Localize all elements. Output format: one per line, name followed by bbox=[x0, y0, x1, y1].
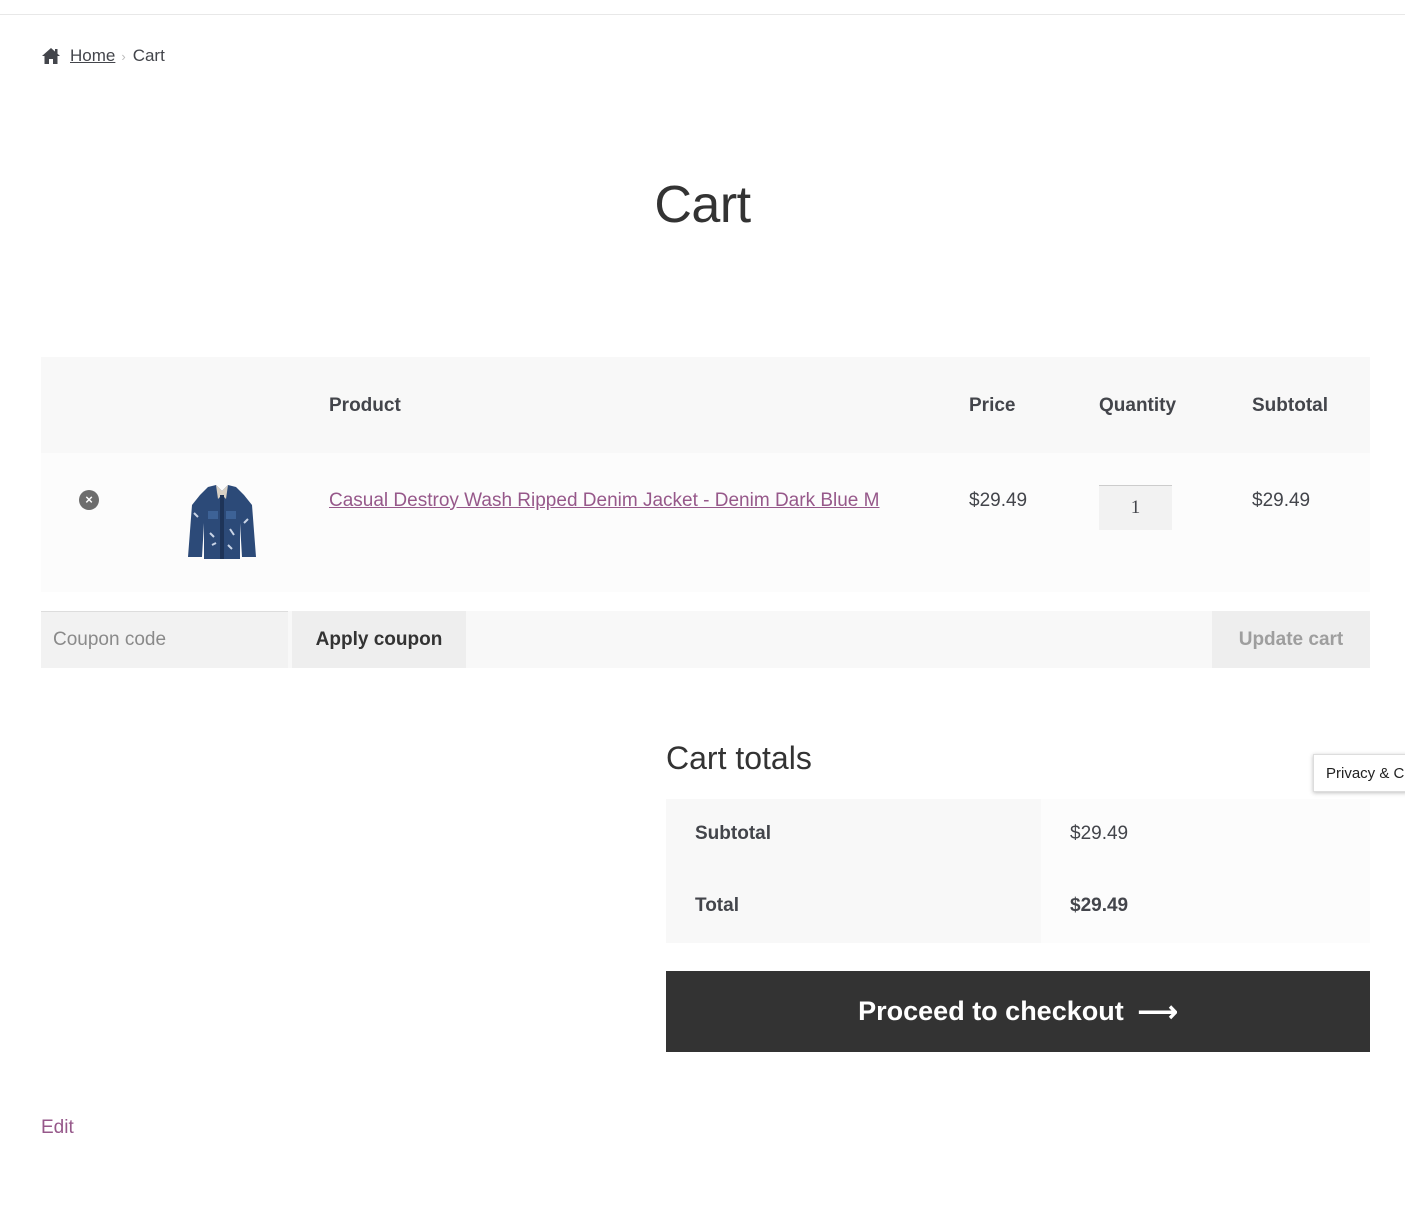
header-divider bbox=[0, 14, 1405, 15]
product-thumbnail[interactable] bbox=[186, 483, 258, 559]
quantity-input[interactable] bbox=[1099, 485, 1172, 530]
breadcrumb-current: Cart bbox=[132, 46, 165, 65]
page-title: Cart bbox=[654, 176, 751, 234]
coupon-code-input[interactable] bbox=[41, 611, 288, 668]
home-icon bbox=[42, 48, 60, 64]
product-name-link[interactable]: Casual Destroy Wash Ripped Denim Jacket … bbox=[329, 490, 879, 512]
totals-subtotal-value: $29.49 bbox=[1041, 799, 1370, 871]
cart-item-row: × Casual Destroy Wash Ripped Denim Jacke… bbox=[41, 453, 1370, 592]
item-price: $29.49 bbox=[969, 490, 1028, 511]
header-subtotal: Subtotal bbox=[1252, 395, 1328, 416]
totals-subtotal-row: Subtotal $29.49 bbox=[666, 799, 1370, 871]
arrow-right-icon: ⟶ bbox=[1137, 996, 1178, 1027]
totals-subtotal-label: Subtotal bbox=[666, 799, 1041, 871]
chevron-right-icon: › bbox=[121, 48, 126, 64]
breadcrumb-home-link[interactable]: Home bbox=[70, 46, 115, 66]
header-product: Product bbox=[329, 395, 401, 416]
totals-total-label: Total bbox=[666, 871, 1041, 943]
header-price: Price bbox=[969, 395, 1016, 416]
proceed-to-checkout-button[interactable]: Proceed to checkout ⟶ bbox=[666, 971, 1370, 1052]
cart-table: Product Price Quantity Subtotal × Casual… bbox=[41, 357, 1370, 592]
totals-total-value: $29.49 bbox=[1041, 871, 1370, 943]
update-cart-button[interactable]: Update cart bbox=[1212, 611, 1370, 668]
remove-item-icon[interactable]: × bbox=[79, 490, 99, 510]
checkout-label: Proceed to checkout bbox=[858, 996, 1124, 1026]
edit-page-link[interactable]: Edit bbox=[41, 1117, 74, 1139]
cart-totals-title: Cart totals bbox=[666, 740, 812, 776]
cart-actions: Apply coupon Update cart bbox=[41, 611, 1370, 668]
totals-total-row: Total $29.49 bbox=[666, 871, 1370, 943]
cart-table-header: Product Price Quantity Subtotal bbox=[41, 357, 1370, 453]
header-quantity: Quantity bbox=[1099, 395, 1177, 416]
item-subtotal: $29.49 bbox=[1252, 490, 1311, 511]
breadcrumb: Home › Cart bbox=[41, 46, 165, 66]
privacy-cookies-tab[interactable]: Privacy & Cookies bbox=[1313, 754, 1405, 792]
apply-coupon-button[interactable]: Apply coupon bbox=[292, 611, 466, 668]
cart-totals-table: Subtotal $29.49 Total $29.49 bbox=[666, 799, 1370, 943]
